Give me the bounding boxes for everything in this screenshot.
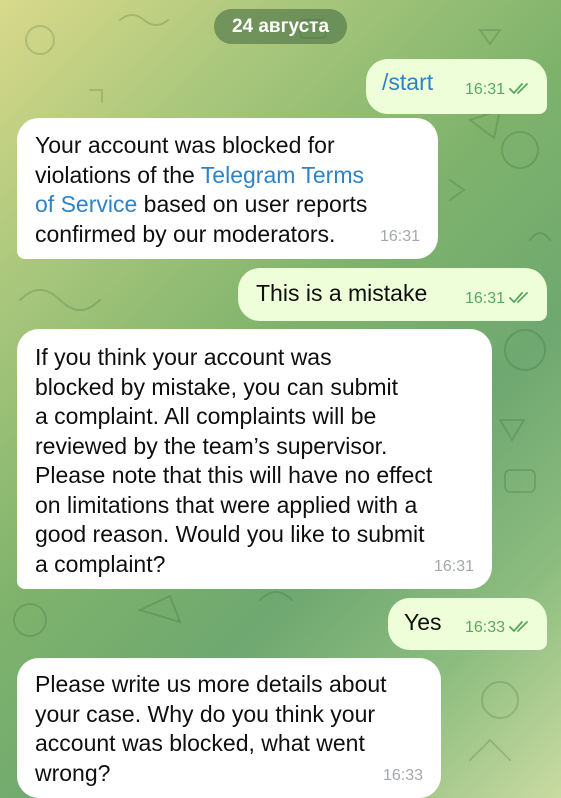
message-outgoing-yes[interactable]: Yes 16:33 <box>388 598 547 650</box>
date-separator: 24 августа <box>214 9 347 44</box>
message-time: 16:31 <box>464 289 505 307</box>
double-check-icon <box>509 83 531 95</box>
message-meta: 16:33 <box>465 613 531 643</box>
message-text: This is a mistake <box>256 280 428 306</box>
message-outgoing-mistake[interactable]: This is a mistake 16:31 <box>238 268 547 321</box>
message-time: 16:31 <box>379 227 420 245</box>
message-time: 16:33 <box>464 618 505 636</box>
bot-command-link[interactable]: /start <box>382 69 433 95</box>
message-text: Yes <box>404 609 442 635</box>
message-meta: 16:31 <box>380 222 420 252</box>
message-incoming-blocked[interactable]: Your account was blocked for violations … <box>17 118 438 259</box>
date-label: 24 августа <box>231 15 330 37</box>
message-outgoing-start[interactable]: /start 16:31 <box>366 59 547 114</box>
message-time: 16:33 <box>382 766 423 784</box>
chat-area[interactable]: 24 августа /start 16:31 Your account was… <box>0 0 561 798</box>
message-time: 16:31 <box>464 80 505 98</box>
message-text: Please write us more details about your … <box>35 671 387 786</box>
double-check-icon <box>509 621 531 633</box>
message-meta: 16:31 <box>465 75 531 105</box>
message-incoming-complaint-info[interactable]: If you think your account was blocked by… <box>17 329 492 589</box>
message-meta: 16:33 <box>383 761 423 791</box>
message-incoming-details-request[interactable]: Please write us more details about your … <box>17 658 441 798</box>
double-check-icon <box>509 292 531 304</box>
message-meta: 16:31 <box>434 552 474 582</box>
message-meta: 16:31 <box>465 284 531 314</box>
message-text: If you think your account was blocked by… <box>35 344 433 577</box>
message-time: 16:31 <box>433 557 474 575</box>
